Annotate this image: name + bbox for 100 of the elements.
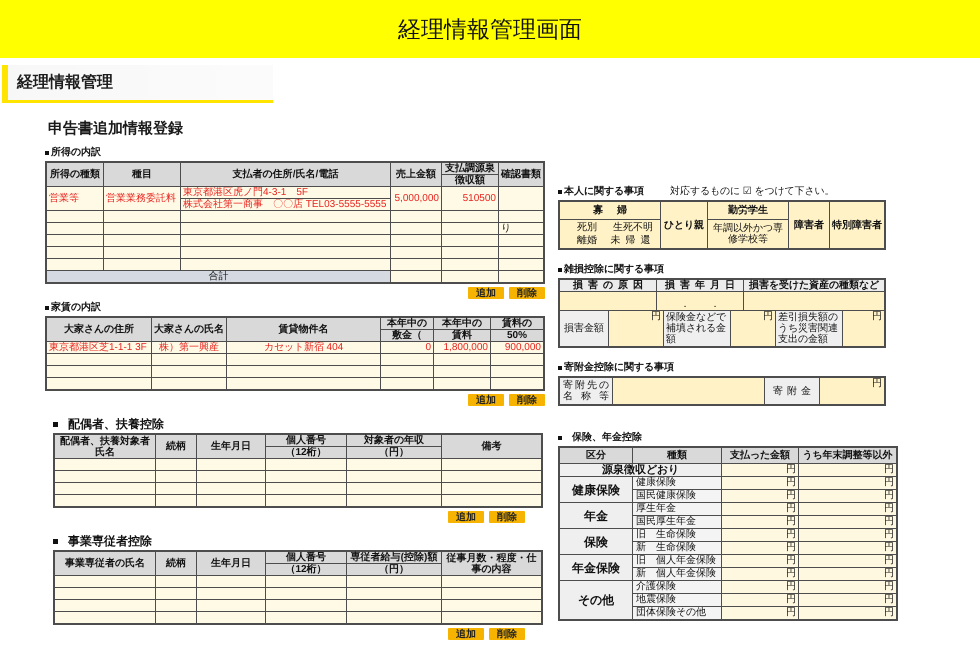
input-field[interactable] [434, 366, 490, 377]
input-field[interactable]: 株式会社第一商事 〇〇店 TEL03-5555-5555 [181, 199, 390, 210]
amount-field[interactable]: 円 [722, 542, 798, 554]
input-field[interactable] [55, 576, 155, 587]
input-field[interactable] [347, 483, 441, 494]
amount-field[interactable]: 円 [843, 311, 884, 346]
input-field[interactable] [104, 247, 180, 258]
input-field[interactable] [442, 223, 498, 234]
input-field[interactable] [104, 259, 180, 270]
amount-field[interactable]: 円 [722, 503, 798, 515]
amount-field[interactable]: 円 [799, 529, 896, 541]
input-field[interactable] [347, 612, 441, 623]
amount-field[interactable]: 円 [722, 555, 798, 567]
input-field[interactable] [197, 483, 265, 494]
input-field[interactable] [227, 366, 380, 377]
input-field[interactable] [181, 223, 390, 234]
input-field[interactable] [347, 495, 441, 506]
input-field[interactable] [442, 612, 541, 623]
input-field[interactable] [55, 612, 155, 623]
input-field[interactable] [266, 600, 346, 611]
amount-field[interactable]: 円 [799, 490, 896, 502]
input-field[interactable] [104, 211, 180, 222]
amount-field[interactable]: 円 [799, 594, 896, 606]
input-field[interactable] [55, 588, 155, 599]
add-button[interactable]: 追加 [448, 511, 484, 523]
input-field[interactable] [181, 259, 390, 270]
input-field[interactable] [442, 483, 541, 494]
input-field[interactable] [47, 259, 103, 270]
input-field[interactable] [381, 378, 433, 389]
input-field[interactable] [560, 292, 656, 310]
amount-field[interactable]: 円 [799, 516, 896, 528]
input-field[interactable]: カセット新宿 404 [227, 342, 380, 353]
input-field[interactable] [391, 259, 441, 270]
input-field[interactable] [227, 378, 380, 389]
input-field[interactable] [266, 471, 346, 482]
input-field[interactable] [156, 471, 196, 482]
input-field[interactable] [442, 271, 498, 282]
input-field[interactable] [442, 576, 541, 587]
amount-field[interactable]: 円 [722, 581, 798, 593]
input-field[interactable] [156, 459, 196, 470]
add-button[interactable]: 追加 [468, 394, 504, 406]
input-field[interactable]: 5,000,000 [391, 187, 441, 210]
input-field[interactable] [197, 588, 265, 599]
input-field[interactable]: り [499, 223, 543, 234]
input-field[interactable] [156, 495, 196, 506]
amount-field[interactable]: 円 [799, 568, 896, 580]
date-field[interactable]: ． ． [657, 292, 743, 310]
input-field[interactable] [442, 259, 498, 270]
input-field[interactable] [181, 235, 390, 246]
amount-field[interactable]: 円 [799, 607, 896, 619]
amount-field[interactable]: 円 [722, 490, 798, 502]
input-field[interactable] [55, 459, 155, 470]
input-field[interactable] [197, 576, 265, 587]
input-field[interactable] [197, 471, 265, 482]
input-field[interactable]: 東京都港区芝1-1-1 3F [47, 342, 151, 353]
input-field[interactable] [499, 235, 543, 246]
input-field[interactable] [181, 211, 390, 222]
input-field[interactable] [391, 271, 441, 282]
input-field[interactable] [266, 612, 346, 623]
input-field[interactable] [47, 211, 103, 222]
input-field[interactable] [499, 259, 543, 270]
input-field[interactable] [434, 354, 490, 365]
input-field[interactable]: 株）第一興産 [152, 342, 226, 353]
input-field[interactable] [266, 576, 346, 587]
input-field[interactable] [181, 247, 390, 258]
amount-field[interactable]: 円 [722, 594, 798, 606]
input-field[interactable] [347, 588, 441, 599]
input-field[interactable] [442, 235, 498, 246]
amount-field[interactable]: 円 [799, 542, 896, 554]
input-field[interactable] [152, 378, 226, 389]
input-field[interactable] [347, 471, 441, 482]
input-field[interactable] [744, 292, 884, 310]
amount-field[interactable]: 円 [799, 477, 896, 489]
input-field[interactable] [499, 247, 543, 258]
input-field[interactable] [156, 588, 196, 599]
input-field[interactable] [266, 588, 346, 599]
input-field[interactable] [156, 483, 196, 494]
input-field[interactable] [391, 211, 441, 222]
input-field[interactable] [491, 366, 543, 377]
input-field[interactable] [47, 247, 103, 258]
input-field[interactable] [55, 471, 155, 482]
input-field[interactable] [197, 600, 265, 611]
amount-field[interactable]: 円 [722, 568, 798, 580]
input-field[interactable] [47, 354, 151, 365]
input-field[interactable] [442, 211, 498, 222]
input-field[interactable] [391, 223, 441, 234]
input-field[interactable] [381, 366, 433, 377]
amount-field[interactable]: 円 [722, 464, 798, 476]
input-field[interactable] [47, 378, 151, 389]
amount-field[interactable]: 円 [722, 477, 798, 489]
input-field[interactable] [55, 600, 155, 611]
amount-field[interactable]: 円 [731, 311, 775, 346]
delete-button[interactable]: 削除 [509, 394, 545, 406]
input-field[interactable] [442, 600, 541, 611]
input-field[interactable] [104, 223, 180, 234]
input-field[interactable]: 900,000 [491, 342, 543, 353]
input-field[interactable] [47, 223, 103, 234]
input-field[interactable] [491, 354, 543, 365]
input-field[interactable] [266, 483, 346, 494]
input-field[interactable] [347, 459, 441, 470]
